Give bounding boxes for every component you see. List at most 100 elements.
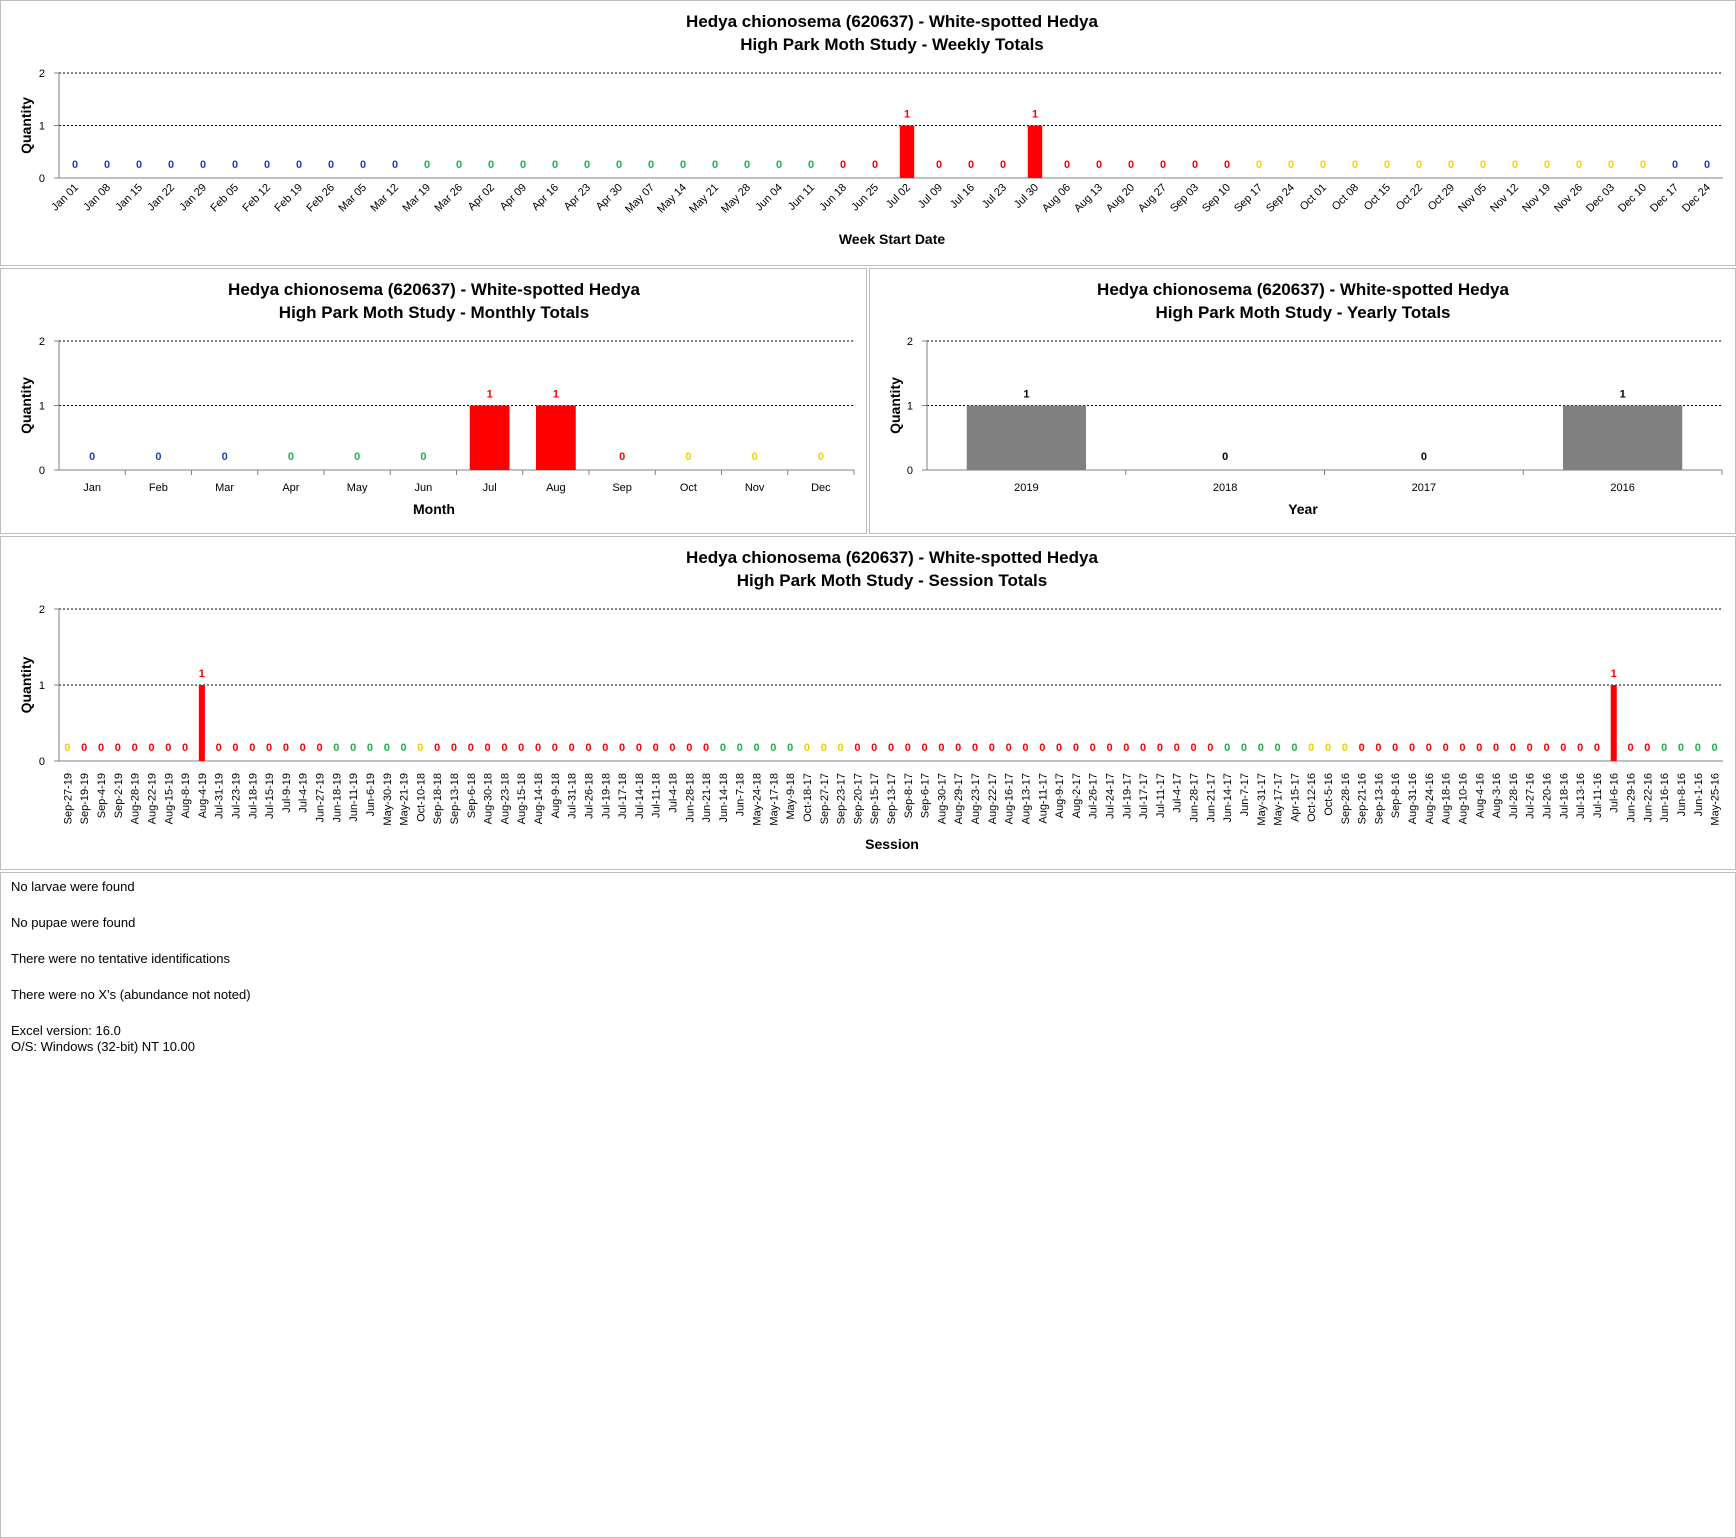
x-tick-label: Jul-6-16 [1609, 773, 1621, 813]
x-tick-label: Aug-28-19 [130, 773, 142, 824]
data-label: 0 [249, 742, 255, 754]
data-label: 0 [1512, 159, 1518, 171]
x-tick-label: Jun 11 [786, 182, 817, 213]
x-tick-label: May-9-18 [785, 773, 797, 819]
data-label: 0 [535, 742, 541, 754]
x-tick-label: Aug-9-18 [550, 773, 562, 818]
data-label: 0 [1608, 159, 1614, 171]
x-tick-label: Sep-27-19 [62, 773, 74, 824]
data-label: 0 [720, 742, 726, 754]
x-tick-label: Oct-12-16 [1306, 773, 1318, 822]
data-label: 0 [616, 159, 622, 171]
x-tick-label: Apr 23 [562, 182, 593, 213]
x-tick-label: Jun-14-17 [1222, 773, 1234, 823]
x-tick-label: Jun-6-19 [365, 773, 377, 816]
data-label: 0 [770, 742, 776, 754]
x-tick-label: Jun-28-18 [684, 773, 696, 823]
x-tick-label: Sep-23-17 [836, 773, 848, 824]
data-label: 0 [316, 742, 322, 754]
weekly-totals-panel: Hedya chionosema (620637) - White-spotte… [0, 0, 1736, 266]
x-tick-label: Feb 12 [240, 182, 273, 215]
data-label: 0 [888, 742, 894, 754]
data-label: 0 [552, 159, 558, 171]
x-tick-label: Jun-29-16 [1626, 773, 1638, 823]
data-label: 0 [840, 159, 846, 171]
data-label: 0 [1493, 742, 1499, 754]
chart-title: Hedya chionosema (620637) - White-spotte… [1097, 280, 1509, 299]
data-label: 0 [1576, 159, 1582, 171]
x-tick-label: Dec 17 [1648, 182, 1681, 215]
x-tick-label: Jul-17-17 [1138, 773, 1150, 819]
x-tick-label: Jul-18-19 [247, 773, 259, 819]
data-label: 0 [115, 742, 121, 754]
data-label: 0 [64, 742, 70, 754]
x-tick-label: Oct 22 [1394, 182, 1425, 213]
data-label: 0 [451, 742, 457, 754]
data-label: 0 [288, 451, 294, 463]
y-axis-title: Quantity [18, 377, 34, 434]
data-label: 0 [1256, 159, 1262, 171]
x-tick-label: Jul-31-18 [567, 773, 579, 819]
data-label: 0 [216, 742, 222, 754]
y-axis-title: Quantity [887, 377, 903, 434]
x-tick-label: Jun-28-17 [1189, 773, 1201, 823]
x-tick-label: Jul-11-16 [1592, 773, 1604, 818]
monthly-totals-chart: Hedya chionosema (620637) - White-spotte… [18, 280, 855, 517]
x-tick-label: Oct-10-18 [415, 773, 427, 822]
data-label: 0 [1308, 742, 1314, 754]
x-tick-label: Feb 26 [304, 182, 337, 215]
data-label: 0 [808, 159, 814, 171]
x-tick-label: Jun 25 [849, 182, 881, 214]
data-label: 0 [367, 742, 373, 754]
x-tick-label: May 14 [655, 182, 689, 216]
x-tick-label: Jun-16-16 [1659, 773, 1671, 823]
x-tick-label: Jul-9-19 [281, 773, 293, 813]
y-tick-label: 2 [39, 336, 45, 348]
y-tick-label: 0 [39, 465, 45, 477]
x-tick-label: Jul 30 [1012, 182, 1041, 211]
data-label: 1 [1032, 109, 1038, 121]
larvae-note: No larvae were found [11, 879, 135, 894]
data-label: 0 [333, 742, 339, 754]
data-label: 0 [1359, 742, 1365, 754]
x-tick-label: Mar 05 [336, 182, 369, 215]
x-tick-label: Jul-31-19 [214, 773, 226, 819]
bar [966, 405, 1086, 470]
data-label: 0 [584, 159, 590, 171]
data-label: 0 [1544, 159, 1550, 171]
x-tick-label: Jul 09 [916, 182, 945, 211]
data-label: 0 [182, 742, 188, 754]
x-tick-label: Sep 17 [1232, 182, 1265, 215]
x-tick-label: Jul-19-18 [600, 773, 612, 819]
bar [1563, 405, 1683, 470]
x-tick-label: Aug-22-17 [987, 773, 999, 824]
x-tick-label: Aug-15-18 [516, 773, 528, 824]
x-tick-label: Jul-17-18 [617, 773, 629, 819]
data-label: 0 [1644, 742, 1650, 754]
bar [469, 405, 510, 470]
x-tick-label: Jun-21-17 [1205, 773, 1217, 823]
data-label: 0 [1123, 742, 1129, 754]
data-label: 0 [1192, 159, 1198, 171]
session-totals-chart: Hedya chionosema (620637) - White-spotte… [18, 548, 1723, 852]
x-tick-label: Sep [612, 482, 632, 494]
x-tick-label: Oct 15 [1362, 182, 1393, 213]
chart-title: Hedya chionosema (620637) - White-spotte… [686, 12, 1098, 31]
x-tick-label: Nov 26 [1552, 182, 1585, 215]
data-label: 0 [1064, 159, 1070, 171]
x-tick-label: May 21 [687, 182, 721, 216]
data-label: 0 [552, 742, 558, 754]
x-tick-label: Aug-14-18 [533, 773, 545, 824]
x-tick-label: Aug-9-17 [1054, 773, 1066, 818]
x-tick-label: May [347, 482, 368, 494]
x-tick-label: Aug-10-16 [1457, 773, 1469, 824]
data-label: 0 [89, 451, 95, 463]
x-tick-label: Apr 09 [498, 182, 529, 213]
x-tick-label: Aug-8-19 [180, 773, 192, 818]
x-tick-label: Jul-24-17 [1105, 773, 1117, 819]
x-tick-label: Sep-8-17 [903, 773, 915, 818]
x-tick-label: Apr 16 [530, 182, 561, 213]
data-label: 0 [518, 742, 524, 754]
x-tick-label: Jun-1-16 [1693, 773, 1705, 816]
y-tick-label: 0 [39, 756, 45, 768]
